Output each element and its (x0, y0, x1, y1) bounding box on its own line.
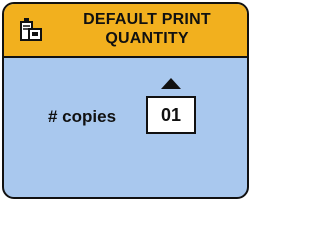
page-title: DEFAULT PRINT QUANTITY (52, 10, 242, 48)
increment-arrow-icon[interactable] (161, 78, 181, 89)
title-line-1: DEFAULT PRINT (83, 11, 211, 28)
title-line-2: QUANTITY (105, 30, 189, 47)
print-quantity-screen: DEFAULT PRINT QUANTITY # copies 01 (2, 2, 249, 199)
header-bar: DEFAULT PRINT QUANTITY (4, 4, 247, 58)
copies-value-field[interactable]: 01 (146, 96, 196, 134)
print-settings-icon (20, 18, 42, 41)
copies-label: # copies (48, 107, 117, 126)
